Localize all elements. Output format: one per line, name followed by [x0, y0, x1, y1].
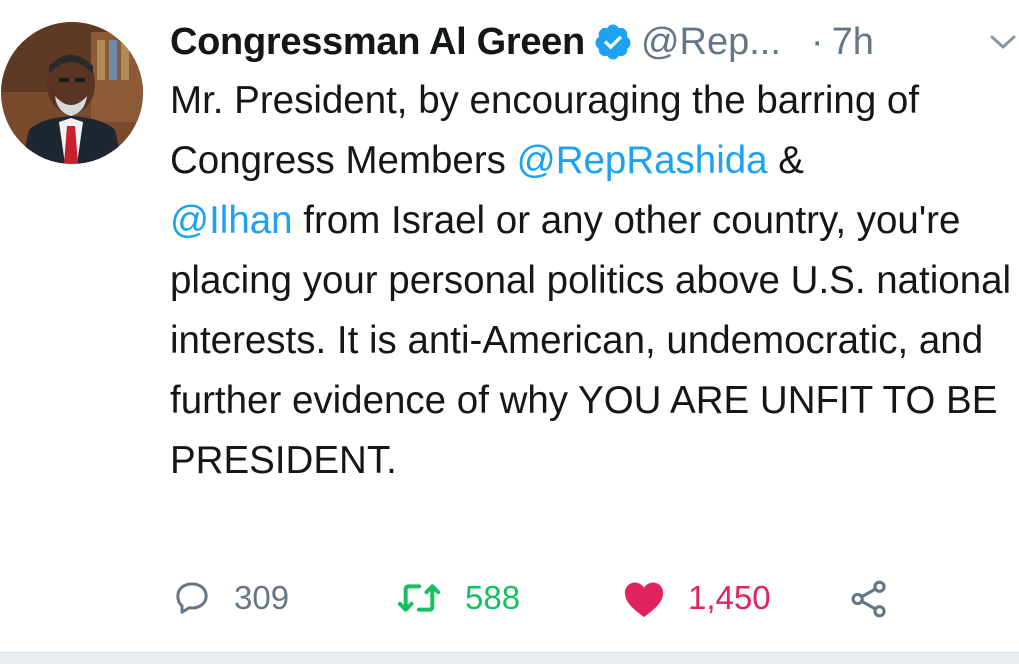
share-icon: [851, 580, 886, 618]
tweet-actions: 309 588 1,450: [0, 578, 1019, 628]
tweet-card[interactable]: Congressman Al Green @Rep... · 7h Mr. Pr…: [0, 0, 1019, 664]
reply-count: 309: [234, 579, 290, 616]
author-name[interactable]: Congressman Al Green: [170, 21, 585, 64]
chevron-down-icon[interactable]: [988, 32, 1018, 52]
avatar[interactable]: [1, 22, 143, 164]
tweet-text-part: from Israel or any other country, you're…: [170, 199, 1012, 482]
avatar-image: [1, 22, 143, 164]
retweet-icon: [397, 584, 441, 612]
tweet-timestamp[interactable]: 7h: [832, 21, 874, 64]
tweet-text: Mr. President, by encouraging the barrin…: [170, 71, 1015, 491]
retweet-button[interactable]: 588: [395, 578, 520, 618]
divider: [0, 652, 1019, 664]
separator-dot: ·: [810, 20, 824, 63]
author-handle[interactable]: @Rep...: [641, 21, 781, 64]
reply-icon: [176, 582, 208, 614]
reply-button[interactable]: 309: [172, 578, 289, 618]
mention-link[interactable]: @RepRashida: [517, 139, 768, 182]
mention-link[interactable]: @Ilhan: [170, 199, 293, 242]
like-button[interactable]: 1,450: [622, 578, 771, 618]
share-button[interactable]: [848, 578, 890, 620]
like-count: 1,450: [688, 579, 771, 616]
tweet-header: Congressman Al Green @Rep... · 7h: [170, 14, 1015, 70]
tweet-text-part: &: [767, 139, 804, 182]
verified-badge-icon: [593, 22, 633, 62]
tweet-content: Congressman Al Green @Rep... · 7h Mr. Pr…: [170, 14, 1018, 491]
heart-icon: [624, 582, 664, 618]
retweet-count: 588: [465, 579, 521, 616]
